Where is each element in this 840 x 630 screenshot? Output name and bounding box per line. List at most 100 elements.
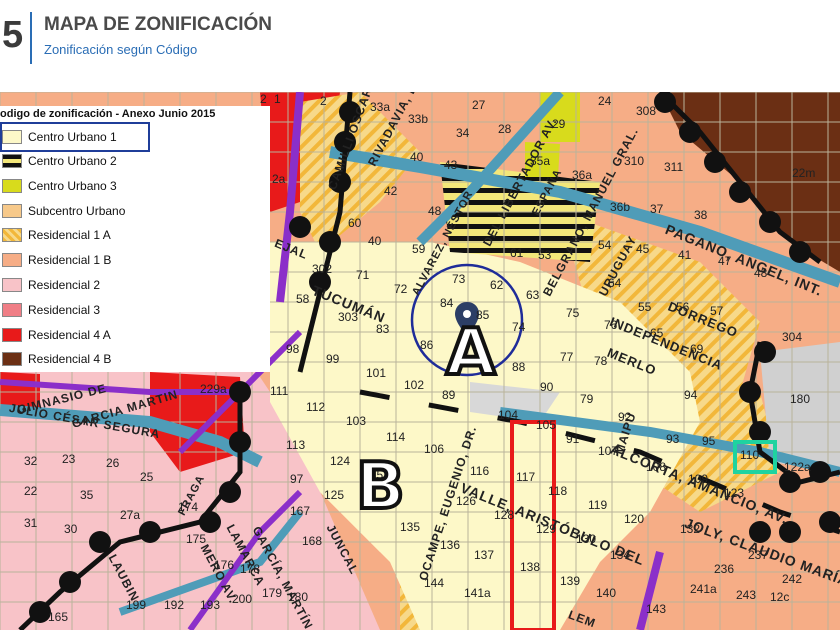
lot-number: 143 [646, 602, 667, 616]
zone-b-label: B [354, 448, 407, 526]
legend-item-centro-urbano-1[interactable]: Centro Urbano 1 [0, 126, 270, 148]
lot-number: 75 [566, 306, 580, 320]
lot-number: 122a [784, 460, 811, 474]
lot-number: 77 [560, 350, 574, 364]
lot-number: 165 [48, 610, 69, 624]
legend-item-centro-urbano-3[interactable]: Centro Urbano 3 [0, 175, 270, 197]
lot-number: 120 [624, 512, 645, 526]
lot-number: 94 [684, 388, 698, 402]
lot-number: 102 [404, 378, 425, 392]
lot-number: 25 [140, 470, 154, 484]
lot-number: 79 [580, 392, 594, 406]
lot-number: 113 [286, 438, 306, 452]
lot-number: 141a [464, 586, 491, 600]
lot-number: 27a [120, 508, 141, 522]
lot-number: 59 [412, 242, 426, 256]
legend-item-residencial-2[interactable]: Residencial 2 [0, 274, 270, 296]
lot-number: 86 [420, 338, 434, 352]
legend-item-residencial-1b[interactable]: Residencial 1 B [0, 249, 270, 271]
legend-swatch [2, 278, 22, 292]
lot-number: 105 [536, 418, 557, 432]
lot-number: 26 [106, 456, 120, 470]
lot-number: 71 [356, 268, 370, 282]
lot-number: 48 [428, 204, 442, 218]
legend-label: Centro Urbano 3 [28, 179, 117, 193]
legend-item-subcentro-urbano[interactable]: Subcentro Urbano [0, 200, 270, 222]
legend-label: Centro Urbano 2 [28, 154, 117, 168]
legend-swatch [2, 204, 22, 218]
lot-number: 40 [410, 150, 424, 164]
lot-number: 242 [782, 572, 803, 586]
lot-number: 28 [498, 122, 512, 136]
lot-number: 2 [320, 94, 327, 108]
lot-number: 33a [370, 100, 391, 114]
lot-number: 167 [290, 504, 311, 518]
lot-number: 95 [702, 434, 716, 448]
lot-number: 98 [286, 342, 300, 356]
lot-number: 35 [80, 488, 94, 502]
lot-number: 74 [512, 320, 526, 334]
lot-number: 40 [368, 234, 382, 248]
lot-number: 38 [694, 208, 708, 222]
lot-number: 114 [386, 430, 406, 444]
slide-header: 5 MAPA DE ZONIFICACIÓN Zonificación segú… [0, 0, 840, 92]
lot-number: 37 [650, 202, 664, 216]
lot-number: 60 [348, 216, 362, 230]
lot-number: 243 [736, 588, 757, 602]
lot-number: 33b [408, 112, 429, 126]
lot-number: 2a [272, 172, 286, 186]
lot-number: 111 [270, 384, 289, 398]
legend-item-residencial-3[interactable]: Residencial 3 [0, 299, 270, 321]
legend-item-centro-urbano-2[interactable]: Centro Urbano 2 [0, 150, 270, 172]
lot-number: 41 [678, 248, 692, 262]
lot-number: 42 [384, 184, 398, 198]
lot-number: 119 [588, 498, 608, 512]
lot-number: 125 [324, 488, 345, 502]
legend-label: Subcentro Urbano [28, 204, 126, 218]
lot-number: 31 [24, 516, 38, 530]
legend-label: Residencial 3 [28, 303, 101, 317]
legend-swatch [2, 154, 22, 168]
lot-number: 43 [444, 158, 458, 172]
zone-a-label: A [444, 314, 497, 392]
lot-number: 72 [394, 282, 408, 296]
lot-number: 58 [296, 292, 310, 306]
lot-number: 54 [598, 238, 612, 252]
lot-number: 193 [200, 598, 221, 612]
lot-number: 138 [520, 560, 541, 574]
lot-number: 101 [366, 366, 387, 380]
lot-number: 61 [510, 246, 524, 260]
lot-number: 45 [636, 242, 650, 256]
lot-number: 104 [498, 408, 519, 422]
lot-number: 55 [638, 300, 652, 314]
legend-label: Residencial 2 [28, 278, 101, 292]
lot-number: 89 [442, 388, 456, 402]
lot-number: 117 [516, 470, 536, 484]
header-divider [30, 12, 32, 64]
legend-label: Residencial 1 A [28, 228, 111, 242]
lot-number: 180 [790, 392, 811, 406]
lot-number: 24 [598, 94, 612, 108]
page-title: MAPA DE ZONIFICACIÓN [44, 14, 272, 35]
legend-item-residencial-4a[interactable]: Residencial 4 A [0, 324, 270, 346]
legend-item-residencial-1a[interactable]: Residencial 1 A [0, 224, 270, 246]
legend-label: Centro Urbano 1 [28, 130, 117, 144]
lot-number: 118 [548, 484, 568, 498]
lot-number: 311 [664, 160, 684, 174]
lot-number: 84 [440, 296, 454, 310]
legend-swatch [2, 303, 22, 317]
lot-number: 124 [330, 454, 351, 468]
lot-number: 73 [452, 272, 466, 286]
lot-number: 53 [538, 248, 552, 262]
lot-number: 12c [770, 590, 790, 604]
lot-number: 22m [792, 166, 816, 180]
lot-number: 63 [526, 288, 540, 302]
lot-number: 175 [186, 532, 207, 546]
legend-item-residencial-4b[interactable]: Residencial 4 B [0, 348, 270, 370]
lot-number: 36b [610, 200, 631, 214]
legend-swatch [2, 179, 22, 193]
lot-number: 27 [472, 98, 486, 112]
legend-title: odigo de zonificación - Anexo Junio 2015 [0, 108, 216, 120]
lot-number: 137 [474, 548, 495, 562]
lot-number: 1 [274, 92, 281, 106]
